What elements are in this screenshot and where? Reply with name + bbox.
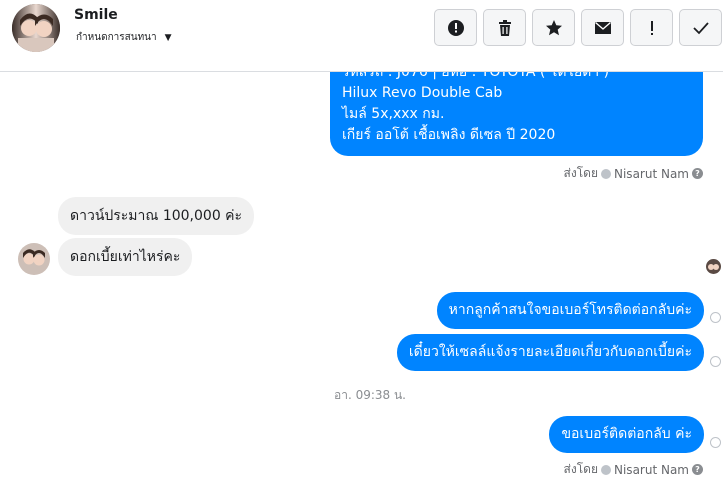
message-bubble-outgoing[interactable]: หากลูกค้าสนใจขอเบอร์โทรติดต่อกลับค่ะ: [436, 292, 704, 329]
spam-button[interactable]: [630, 9, 673, 46]
conversation-toolbar: [434, 9, 722, 46]
conversation-menu[interactable]: กำหนดการสนทนา ▼: [76, 30, 172, 45]
message-line: เกียร์ ออโต้ เชื้อเพลิง ดีเซล ปี 2020: [342, 127, 556, 143]
message-timestamp: อา. 09:38 น.: [334, 388, 406, 402]
help-icon[interactable]: ?: [692, 168, 703, 179]
delivered-icon: [710, 312, 721, 323]
contact-name: Smile: [74, 7, 118, 23]
star-icon: [545, 19, 562, 35]
delivered-icon: [710, 356, 721, 367]
message-line: Hilux Revo Double Cab: [342, 85, 503, 101]
star-button[interactable]: [532, 9, 575, 46]
message-line: ไมล์ 5x,xxx กม.: [342, 106, 445, 122]
message-line: รหัสรถ : J076 | ยี่ห้อ : TOYOTA ( โตโยต้…: [342, 72, 610, 80]
help-icon[interactable]: ?: [692, 464, 703, 475]
report-button[interactable]: [434, 9, 477, 46]
verified-icon: [601, 464, 611, 475]
sent-by-label: ส่งโดย Nisarut Nam ?: [564, 460, 703, 479]
message-bubble-outgoing[interactable]: เดี๋ยวให้เซลล์แจ้งรายละเอียดเกี่ยวกับดอก…: [396, 334, 704, 371]
conversation-header: Smile กำหนดการสนทนา ▼: [0, 0, 723, 72]
delivered-icon: [710, 437, 721, 448]
sent-by-label: ส่งโดย Nisarut Nam ?: [564, 164, 703, 183]
message-bubble-outgoing[interactable]: รหัสรถ : J076 | ยี่ห้อ : TOYOTA ( โตโยต้…: [330, 72, 703, 156]
message-bubble-incoming[interactable]: ดาวน์ประมาณ 100,000 ค่ะ: [58, 197, 255, 235]
alert-circle-icon: [447, 19, 464, 36]
delete-button[interactable]: [483, 9, 526, 46]
envelope-icon: [594, 21, 611, 34]
mark-unread-button[interactable]: [581, 9, 624, 46]
message-bubble-incoming[interactable]: ดอกเบี้ยเท่าไหร่คะ: [58, 238, 193, 276]
message-bubble-outgoing[interactable]: ขอเบอร์ติดต่อกลับ ค่ะ: [549, 416, 704, 453]
trash-icon: [498, 19, 511, 36]
checkmark-icon: [692, 21, 709, 34]
done-button[interactable]: [679, 9, 722, 46]
message-thread: รหัสรถ : J076 | ยี่ห้อ : TOYOTA ( โตโยต้…: [0, 72, 723, 496]
caret-down-icon: ▼: [164, 32, 172, 43]
contact-avatar-small: [18, 243, 50, 275]
verified-icon: [601, 168, 611, 179]
contact-avatar[interactable]: [12, 4, 60, 52]
exclamation-icon: [650, 20, 653, 35]
conversation-menu-label: กำหนดการสนทนา: [76, 32, 157, 43]
read-receipt-avatar: [706, 259, 721, 274]
